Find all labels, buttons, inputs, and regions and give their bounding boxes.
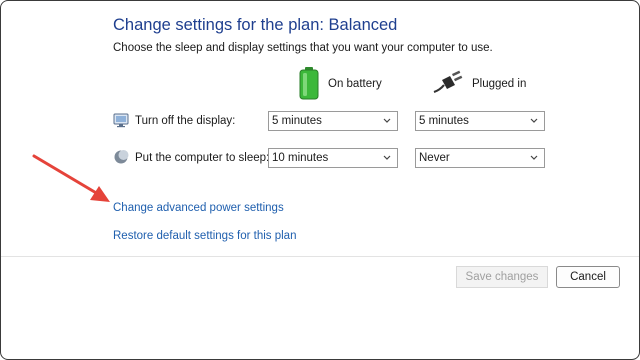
footer-divider: [1, 256, 639, 257]
select-value: 10 minutes: [272, 152, 329, 164]
column-header-on-battery: On battery: [298, 66, 382, 102]
cancel-button[interactable]: Cancel: [556, 266, 620, 288]
column-label-plugged-in: Plugged in: [472, 78, 527, 90]
page-title: Change settings for the plan: Balanced: [113, 16, 398, 34]
monitor-icon: [113, 112, 129, 131]
sleep-moon-icon: [113, 149, 129, 168]
battery-icon: [298, 66, 320, 103]
chevron-down-icon: [383, 155, 391, 160]
sleep-plugged-in-select[interactable]: Never: [415, 148, 545, 168]
select-value: Never: [419, 152, 450, 164]
chevron-down-icon: [530, 155, 538, 160]
display-plugged-in-select[interactable]: 5 minutes: [415, 111, 545, 131]
power-plug-icon: [432, 70, 464, 99]
row-label-display: Turn off the display:: [135, 115, 236, 127]
column-header-plugged-in: Plugged in: [432, 66, 526, 102]
page-subtitle: Choose the sleep and display settings th…: [113, 42, 493, 54]
sleep-on-battery-select[interactable]: 10 minutes: [268, 148, 398, 168]
row-turn-off-display: Turn off the display:: [113, 111, 235, 131]
select-value: 5 minutes: [419, 115, 469, 127]
chevron-down-icon: [530, 118, 538, 123]
select-value: 5 minutes: [272, 115, 322, 127]
change-advanced-power-settings-link[interactable]: Change advanced power settings: [113, 202, 284, 214]
row-label-sleep: Put the computer to sleep:: [135, 152, 270, 164]
restore-default-settings-link[interactable]: Restore default settings for this plan: [113, 230, 296, 242]
display-on-battery-select[interactable]: 5 minutes: [268, 111, 398, 131]
window-frame: [0, 0, 640, 360]
column-label-on-battery: On battery: [328, 78, 382, 90]
chevron-down-icon: [383, 118, 391, 123]
save-changes-button[interactable]: Save changes: [456, 266, 548, 288]
row-sleep: Put the computer to sleep:: [113, 148, 269, 168]
